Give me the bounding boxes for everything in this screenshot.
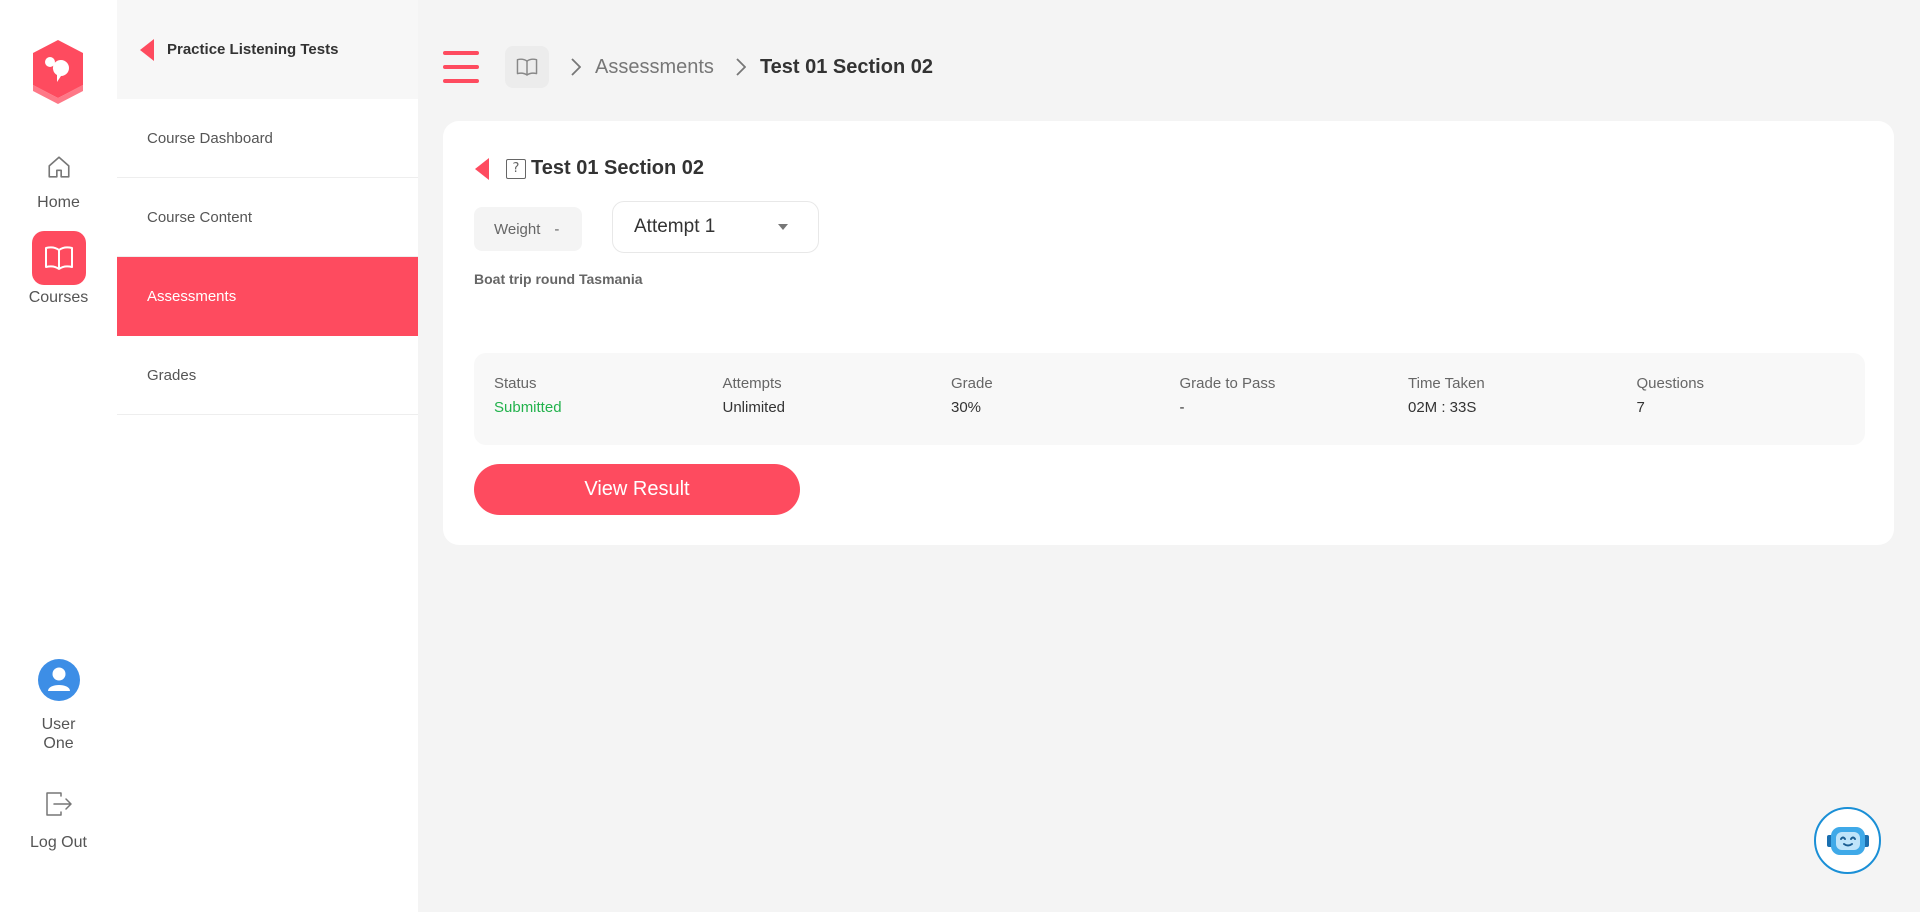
rail-item-label: Courses [28, 289, 89, 306]
stat-time-taken: Time Taken 02M : 33S [1408, 375, 1637, 445]
rail-item-label: Home [37, 194, 80, 211]
logout-label: Log Out [30, 834, 87, 851]
stat-value: - [1179, 399, 1185, 416]
stat-value: 30% [951, 399, 982, 416]
attempt-selected-value: Attempt 1 [634, 216, 716, 237]
assessment-description: Boat trip round Tasmania [474, 271, 643, 287]
stat-label: Questions [1636, 375, 1705, 392]
course-sidebar-header: Practice Listening Tests [117, 0, 418, 99]
attempt-select[interactable]: Attempt 1 [612, 201, 819, 253]
user-name-line2: One [43, 735, 74, 752]
weight-label: Weight [494, 220, 541, 238]
stat-label: Status [494, 375, 537, 392]
assessment-title: Test 01 Section 02 [531, 157, 705, 179]
stat-label: Grade to Pass [1179, 375, 1276, 392]
user-name-line1: User [41, 716, 76, 733]
quiz-icon: ? [506, 158, 526, 179]
course-sidebar: Practice Listening Tests Course Dashboar… [117, 0, 418, 912]
book-icon [31, 231, 86, 285]
stat-value: Submitted [494, 399, 562, 416]
stat-grade: Grade 30% [951, 375, 1180, 445]
assessment-card: ? Test 01 Section 02 Weight - Attempt 1 … [443, 121, 1894, 545]
breadcrumb: Assessments Test 01 Section 02 [443, 45, 933, 89]
breadcrumb-assessments[interactable]: Assessments [595, 56, 714, 79]
weight-value: - [554, 220, 560, 238]
rail-item-home[interactable]: Home [0, 140, 117, 212]
assessment-stats: Status Submitted Attempts Unlimited Grad… [474, 353, 1865, 445]
breadcrumb-current: Test 01 Section 02 [759, 55, 933, 78]
breadcrumb-home-button[interactable] [505, 46, 549, 88]
rail-item-logout[interactable]: Log Out [0, 791, 117, 852]
logout-icon [45, 791, 73, 822]
sidebar-item-course-dashboard[interactable]: Course Dashboard [117, 99, 418, 178]
book-icon [516, 57, 538, 77]
chatbot-button[interactable] [1814, 807, 1881, 874]
stat-label: Attempts [722, 375, 782, 392]
menu-toggle-icon[interactable] [443, 51, 479, 83]
stat-value: 02M : 33S [1408, 399, 1477, 416]
sidebar-item-course-content[interactable]: Course Content [117, 178, 418, 257]
chevron-right-icon [736, 58, 746, 76]
rail-item-courses[interactable]: Courses [0, 231, 117, 307]
sidebar-item-assessments[interactable]: Assessments [117, 257, 418, 336]
stat-grade-to-pass: Grade to Pass - [1180, 375, 1409, 445]
stat-label: Time Taken [1408, 375, 1485, 392]
rail-item-user[interactable]: User One [0, 658, 117, 753]
view-result-button[interactable]: View Result [474, 464, 800, 515]
stat-value: Unlimited [722, 399, 786, 416]
chevron-right-icon [571, 58, 581, 76]
stat-questions: Questions 7 [1637, 375, 1866, 445]
stat-label: Grade [951, 375, 993, 392]
app-logo[interactable] [31, 38, 85, 106]
stat-status: Status Submitted [494, 375, 723, 445]
sidebar-item-grades[interactable]: Grades [117, 336, 418, 415]
user-avatar-icon [37, 658, 81, 707]
caret-down-icon [778, 224, 788, 230]
robot-icon [1826, 824, 1870, 858]
weight-badge: Weight - [474, 207, 582, 251]
stat-value: 7 [1636, 399, 1645, 416]
course-title: Practice Listening Tests [167, 41, 339, 58]
assessment-header: ? Test 01 Section 02 [474, 157, 704, 180]
sidebar-back-icon[interactable] [139, 38, 155, 61]
home-icon [32, 140, 86, 194]
left-rail: Home Courses User One Log Out [0, 0, 117, 912]
stat-attempts: Attempts Unlimited [723, 375, 952, 445]
back-icon[interactable] [474, 157, 490, 180]
